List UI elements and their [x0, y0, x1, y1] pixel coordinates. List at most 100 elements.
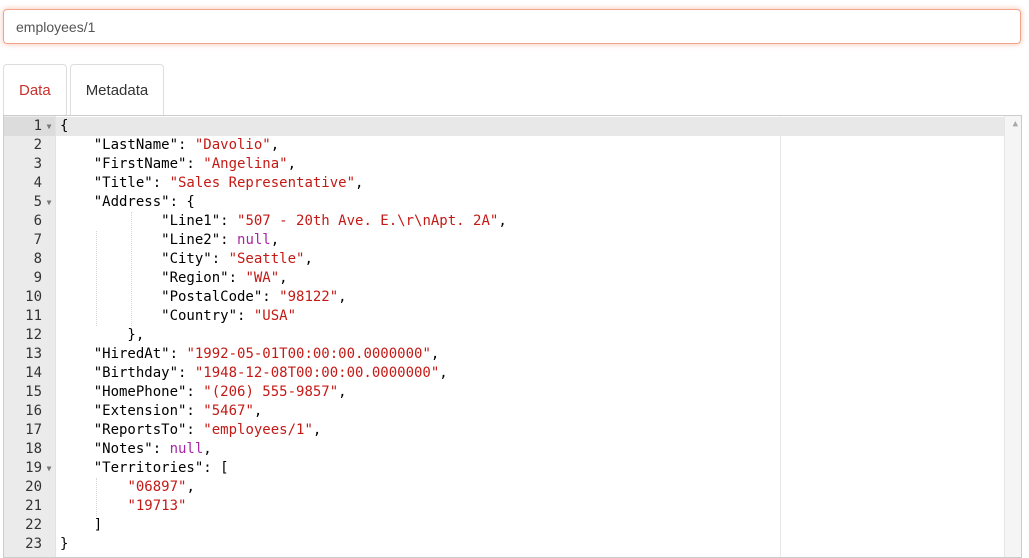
code-line[interactable]: 20 "06897",: [4, 478, 1005, 497]
punctuation-token: "Address": {: [60, 194, 195, 210]
code-line[interactable]: 16 "Extension": "5467",: [4, 402, 1005, 421]
tab-data-label: Data: [19, 81, 51, 99]
code-text: "Extension": "5467",: [60, 402, 263, 421]
code-line[interactable]: 4 "Title": "Sales Representative",: [4, 174, 1005, 193]
code-line[interactable]: 12 },: [4, 326, 1005, 345]
line-number: 7: [33, 232, 42, 248]
punctuation-token: "Territories": [: [60, 460, 229, 476]
code-line[interactable]: 2 "LastName": "Davolio",: [4, 136, 1005, 155]
code-line[interactable]: 10 "PostalCode": "98122",: [4, 288, 1005, 307]
code-line[interactable]: 17 "ReportsTo": "employees/1",: [4, 421, 1005, 440]
line-number: 2: [33, 137, 42, 153]
code-text: "Notes": null,: [60, 440, 212, 459]
line-number: 8: [33, 251, 42, 267]
punctuation-token: [60, 498, 127, 514]
punctuation-token: ,: [338, 289, 347, 305]
tab-metadata[interactable]: Metadata: [69, 64, 165, 115]
line-number: 22: [25, 517, 42, 533]
string-token: "98122": [279, 289, 339, 305]
code-line[interactable]: 22 ]: [4, 516, 1005, 535]
string-token: "Sales Representative": [169, 175, 356, 191]
code-text: }: [60, 535, 68, 554]
null-token: null: [237, 232, 271, 248]
line-number: 10: [25, 289, 42, 305]
code-text: "ReportsTo": "employees/1",: [60, 421, 322, 440]
punctuation-token: "HomePhone":: [60, 384, 204, 400]
code-line[interactable]: 11 "Country": "USA": [4, 307, 1005, 326]
code-line[interactable]: 13 "HiredAt": "1992-05-01T00:00:00.00000…: [4, 345, 1005, 364]
line-number: 20: [25, 479, 42, 495]
punctuation-token: "FirstName":: [60, 156, 204, 172]
editor-lines: 1 ▼{2 "LastName": "Davolio", 3 "FirstName"…: [4, 117, 1005, 554]
punctuation-token: ,: [355, 175, 364, 191]
code-line[interactable]: 18 "Notes": null,: [4, 440, 1005, 459]
fold-arrow-icon[interactable]: ▼: [44, 459, 54, 478]
code-line[interactable]: 8 "City": "Seattle",: [4, 250, 1005, 269]
code-line[interactable]: 3 "FirstName": "Angelina",: [4, 155, 1005, 174]
code-line[interactable]: 6 "Line1": "507 - 20th Ave. E.\r\nApt. 2…: [4, 212, 1005, 231]
line-number: 12: [25, 327, 42, 343]
line-number: 3: [33, 156, 42, 172]
code-text: "City": "Seattle",: [60, 250, 313, 269]
code-line[interactable]: 7 "Line2": null,: [4, 231, 1005, 250]
punctuation-token: "Line1":: [60, 213, 238, 229]
line-number: 1: [33, 118, 42, 134]
punctuation-token: "Extension":: [60, 403, 204, 419]
punctuation-token: },: [60, 327, 145, 343]
code-text: "FirstName": "Angelina",: [60, 155, 296, 174]
punctuation-token: ,: [312, 422, 322, 438]
line-number: 17: [25, 422, 42, 438]
line-number: 6: [33, 213, 42, 229]
punctuation-token: ,: [186, 479, 195, 495]
code-text: ]: [60, 516, 102, 535]
code-text: "Line1": "507 - 20th Ave. E.\r\nApt. 2A"…: [60, 212, 507, 231]
code-line[interactable]: 15 "HomePhone": "(206) 555-9857",: [4, 383, 1005, 402]
string-token: "507 - 20th Ave. E.\r\nApt. 2A": [237, 213, 499, 229]
code-text: "Line2": null,: [60, 231, 279, 250]
code-text: "HomePhone": "(206) 555-9857",: [60, 383, 347, 402]
line-number: 19: [25, 460, 42, 476]
line-number: 11: [25, 308, 42, 324]
tab-metadata-label: Metadata: [85, 81, 149, 99]
string-token: "Davolio": [194, 137, 271, 153]
punctuation-token: ,: [279, 270, 288, 286]
tab-data[interactable]: Data: [3, 64, 67, 115]
punctuation-token: "City":: [60, 251, 229, 267]
string-token: "19713": [127, 498, 187, 514]
code-line[interactable]: 23}: [4, 535, 1005, 554]
fold-arrow-icon[interactable]: ▼: [44, 193, 54, 212]
string-token: "Seattle": [228, 251, 305, 267]
line-number: 4: [33, 175, 42, 191]
code-line[interactable]: 21 "19713": [4, 497, 1005, 516]
punctuation-token: ]: [60, 517, 103, 533]
code-text: "Birthday": "1948-12-08T00:00:00.0000000…: [60, 364, 448, 383]
string-token: "5467": [203, 403, 254, 419]
punctuation-token: "Country":: [60, 308, 254, 324]
punctuation-token: }: [60, 536, 69, 552]
scroll-up-arrow-icon[interactable]: ▲: [1013, 119, 1018, 129]
code-text: "19713": [60, 497, 186, 516]
code-line[interactable]: 19 ▼ "Territories": [: [4, 459, 1005, 478]
vertical-scrollbar[interactable]: ▲: [1004, 116, 1021, 557]
document-id-input[interactable]: [3, 9, 1021, 44]
code-text: "Territories": [: [60, 459, 229, 478]
punctuation-token: ,: [270, 137, 280, 153]
punctuation-token: ,: [498, 213, 507, 229]
code-line[interactable]: 14 "Birthday": "1948-12-08T00:00:00.0000…: [4, 364, 1005, 383]
line-number: 21: [25, 498, 42, 514]
punctuation-token: ,: [287, 156, 297, 172]
punctuation-token: "HiredAt":: [60, 346, 187, 362]
code-text: "Address": {: [60, 193, 195, 212]
code-line[interactable]: 1 ▼ {: [4, 117, 1005, 136]
punctuation-token: ,: [338, 384, 347, 400]
code-text: "Country": "USA": [60, 307, 296, 326]
fold-arrow-icon[interactable]: ▼: [44, 117, 54, 136]
string-token: "(206) 555-9857": [203, 384, 339, 400]
punctuation-token: [60, 479, 127, 495]
string-token: "1948-12-08T00:00:00.0000000": [194, 365, 440, 381]
code-line[interactable]: 5 ▼ "Address": {: [4, 193, 1005, 212]
code-line[interactable]: 9 "Region": "WA",: [4, 269, 1005, 288]
string-token: "USA": [253, 308, 297, 324]
json-editor[interactable]: 1 ▼{2 "LastName": "Davolio", 3 "FirstName"…: [3, 115, 1022, 558]
line-number: 15: [25, 384, 42, 400]
